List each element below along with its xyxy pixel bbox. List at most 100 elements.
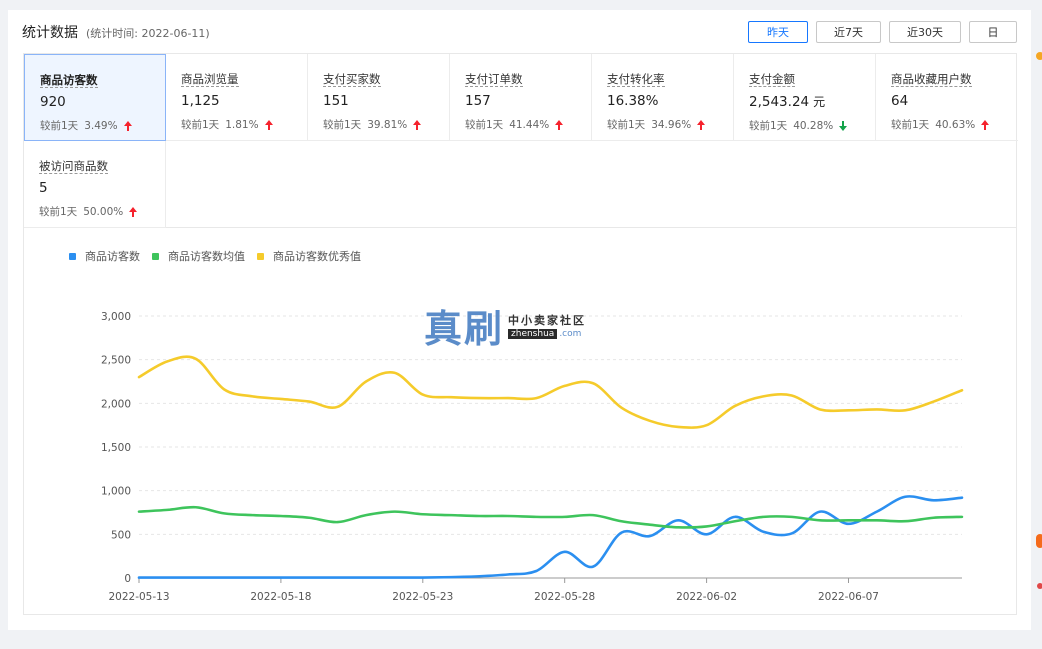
- y-tick-label: 500: [111, 529, 131, 541]
- stat-number: 157: [465, 93, 491, 109]
- y-tick-label: 3,000: [101, 311, 131, 323]
- x-tick-label: 2022-06-02: [676, 591, 737, 603]
- stat-value: 1,125: [181, 93, 307, 109]
- compare-label: 较前1天: [607, 119, 646, 131]
- stats-time: (统计时间: 2022-06-11): [86, 27, 210, 40]
- page-title: 统计数据: [22, 25, 78, 41]
- stat-number: 1,125: [181, 93, 220, 109]
- y-tick-label: 1,500: [101, 442, 131, 454]
- stat-compare: 较前1天 3.49%: [40, 118, 165, 133]
- x-tick-label: 2022-06-07: [818, 591, 879, 603]
- range-7days-button[interactable]: 近7天: [816, 21, 881, 43]
- watermark-url: zhenshua .com: [508, 329, 586, 339]
- statistics-panel: 统计数据 (统计时间: 2022-06-11) 昨天 近7天 近30天 日 商品…: [8, 10, 1031, 630]
- y-tick-label: 2,000: [101, 398, 131, 410]
- legend-item-visitors[interactable]: 商品访客数: [69, 248, 140, 264]
- compare-pct: 1.81%: [225, 118, 259, 131]
- trend-arrow-icon: [839, 120, 848, 131]
- compare-label: 较前1天: [39, 206, 78, 218]
- edge-dot-icon: [1037, 583, 1042, 589]
- y-tick-label: 0: [124, 573, 131, 585]
- compare-pct: 40.63%: [935, 118, 976, 131]
- legend-swatch: [257, 252, 264, 260]
- stat-label: 商品访客数: [40, 73, 98, 88]
- trend-arrow-icon: [555, 119, 564, 130]
- compare-pct: 50.00%: [83, 205, 124, 218]
- compare-label: 较前1天: [40, 120, 79, 132]
- compare-pct: 34.96%: [651, 118, 692, 131]
- stat-card-product-visitors[interactable]: 商品访客数 920 较前1天 3.49%: [24, 54, 166, 141]
- watermark-url-tail: .com: [559, 329, 582, 339]
- stat-compare: 较前1天 1.81%: [181, 117, 307, 132]
- stat-unit: 元: [813, 95, 826, 109]
- x-tick-label: 2022-05-28: [534, 591, 595, 603]
- stat-card-payment-amount[interactable]: 支付金额 2,543.24 元 较前1天 40.28%: [734, 54, 876, 141]
- stat-number: 151: [323, 93, 349, 109]
- compare-pct: 40.28%: [793, 119, 834, 132]
- stat-card-favorite-users[interactable]: 商品收藏用户数 64 较前1天 40.63%: [876, 54, 1018, 141]
- chart-area: 0 500 1,000 1,500 2,000 2,500 3,000 2022-05-13 2…: [23, 228, 1017, 615]
- edge-dot-icon: [1036, 534, 1042, 548]
- watermark-side: 中小卖家社区 zhenshua .com: [508, 312, 586, 339]
- legend-swatch: [69, 252, 76, 260]
- stat-card-paying-buyers[interactable]: 支付买家数 151 较前1天 39.81%: [308, 54, 450, 141]
- stat-number: 16.38%: [607, 93, 659, 109]
- stat-card-page-views[interactable]: 商品浏览量 1,125 较前1天 1.81%: [166, 54, 308, 141]
- stat-value: 2,543.24 元: [749, 93, 875, 110]
- compare-label: 较前1天: [891, 119, 930, 131]
- x-tick-label: 2022-05-13: [108, 591, 169, 603]
- stat-label: 支付买家数: [323, 72, 381, 87]
- range-yesterday-button[interactable]: 昨天: [748, 21, 808, 43]
- watermark-url-box: zhenshua: [508, 329, 558, 339]
- trend-arrow-icon: [123, 120, 132, 131]
- legend-item-average[interactable]: 商品访客数均值: [152, 248, 245, 264]
- compare-label: 较前1天: [181, 119, 220, 131]
- compare-label: 较前1天: [323, 119, 362, 131]
- stats-cards: 商品访客数 920 较前1天 3.49% 商品浏览量 1,125 较前1天 1.81…: [23, 53, 1018, 228]
- stat-label: 商品浏览量: [181, 72, 239, 87]
- legend-item-excellent[interactable]: 商品访客数优秀值: [257, 248, 361, 264]
- stat-value: 64: [891, 93, 1018, 109]
- stat-number: 5: [39, 180, 48, 196]
- range-30days-button[interactable]: 近30天: [889, 21, 961, 43]
- trend-arrow-icon: [697, 119, 706, 130]
- chart-legend: 商品访客数 商品访客数均值 商品访客数优秀值: [69, 248, 361, 264]
- compare-label: 较前1天: [749, 120, 788, 132]
- stat-number: 2,543.24: [749, 94, 810, 110]
- trend-arrow-icon: [981, 119, 990, 130]
- stat-label: 支付转化率: [607, 72, 665, 87]
- stat-card-visited-products[interactable]: 被访问商品数 5 较前1天 50.00%: [24, 141, 166, 228]
- x-tick-label: 2022-05-18: [250, 591, 311, 603]
- stat-card-conversion-rate[interactable]: 支付转化率 16.38% 较前1天 34.96%: [592, 54, 734, 141]
- stat-number: 64: [891, 93, 909, 109]
- stat-card-paid-orders[interactable]: 支付订单数 157 较前1天 41.44%: [450, 54, 592, 141]
- range-day-button[interactable]: 日: [969, 21, 1017, 43]
- series-line-average: [137, 505, 964, 529]
- stat-label: 被访问商品数: [39, 159, 108, 174]
- stat-compare: 较前1天 40.28%: [749, 118, 875, 133]
- trend-arrow-icon: [413, 119, 422, 130]
- date-range-group: 昨天 近7天 近30天 日: [748, 21, 1017, 43]
- legend-swatch: [152, 252, 159, 260]
- stat-value: 920: [40, 94, 165, 110]
- stat-compare: 较前1天 50.00%: [39, 204, 165, 219]
- legend-label: 商品访客数优秀值: [273, 250, 361, 263]
- stat-number: 920: [40, 94, 66, 110]
- trend-arrow-icon: [129, 206, 138, 217]
- stat-label: 商品收藏用户数: [891, 72, 972, 87]
- trend-arrow-icon: [264, 119, 273, 130]
- stat-compare: 较前1天 41.44%: [465, 117, 591, 132]
- legend-label: 商品访客数均值: [168, 250, 245, 263]
- stat-compare: 较前1天 34.96%: [607, 117, 733, 132]
- x-tick-label: 2022-05-23: [392, 591, 453, 603]
- y-tick-label: 2,500: [101, 355, 131, 367]
- legend-label: 商品访客数: [85, 250, 140, 263]
- stat-compare: 较前1天 40.63%: [891, 117, 1018, 132]
- watermark-subtitle: 中小卖家社区: [508, 314, 587, 327]
- stat-compare: 较前1天 39.81%: [323, 117, 449, 132]
- edge-dot-icon: [1036, 52, 1042, 60]
- watermark-logo: 真刷 中小卖家社区 zhenshua .com: [424, 298, 586, 353]
- stat-label: 支付订单数: [465, 72, 523, 87]
- compare-pct: 41.44%: [509, 118, 550, 131]
- stat-value: 157: [465, 93, 591, 109]
